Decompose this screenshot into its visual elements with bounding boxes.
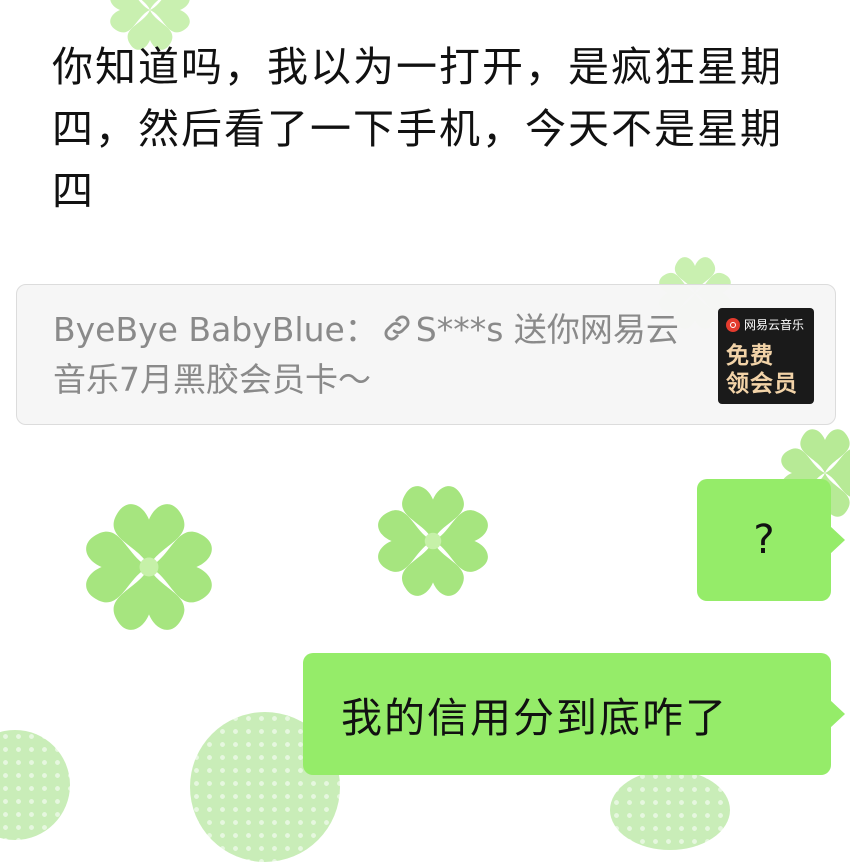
thumbnail-line-1: 免费 — [726, 343, 774, 369]
incoming-message-text: 你知道吗，我以为一打开，是疯狂星期四，然后看了一下手机，今天不是星期四 — [52, 43, 783, 215]
share-card-text: ByeBye BabyBlue： S***s 送你网易云音乐7月黑胶会员卡～ — [53, 305, 703, 405]
netease-music-thumbnail[interactable]: 网易云音乐 免费 领会员 — [718, 308, 814, 404]
outgoing-message-text: 我的信用分到底咋了 — [341, 694, 728, 742]
dotted-circle-decoration — [0, 730, 70, 840]
thumbnail-brand: 网易云音乐 — [726, 316, 804, 333]
netease-logo-icon — [726, 317, 740, 332]
music-share-card[interactable]: ByeBye BabyBlue： S***s 送你网易云音乐7月黑胶会员卡～ 网易… — [16, 284, 836, 425]
clover-icon — [378, 486, 488, 596]
thumbnail-line-2: 领会员 — [726, 371, 798, 397]
share-sender: ByeBye BabyBlue： — [53, 310, 378, 349]
link-icon — [384, 315, 410, 341]
thumbnail-brand-label: 网易云音乐 — [744, 318, 805, 332]
outgoing-message-bubble[interactable]: 我的信用分到底咋了 — [303, 653, 845, 775]
dotted-circle-decoration — [610, 770, 730, 850]
clover-icon — [86, 504, 212, 630]
outgoing-message-bubble[interactable]: ? — [697, 479, 845, 601]
outgoing-message-text: ? — [753, 517, 775, 563]
